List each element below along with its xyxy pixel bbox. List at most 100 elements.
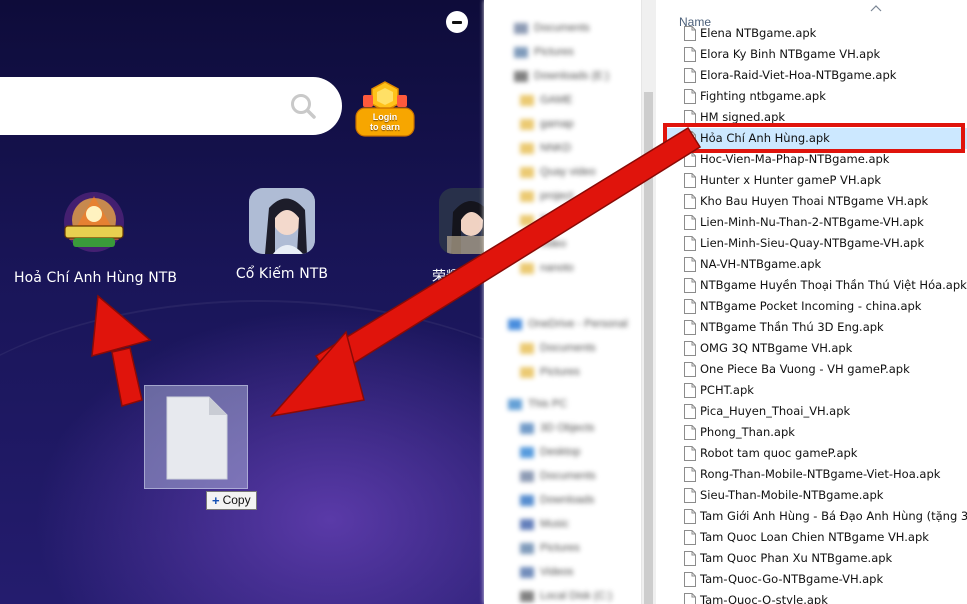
search-bar[interactable] [0, 77, 342, 135]
file-name: Hỏa Chí Anh Hùng.apk [700, 131, 830, 145]
nav-item[interactable]: gamap [520, 116, 574, 132]
nav-item-label: 3D Objects [540, 422, 595, 434]
file-row[interactable]: Elora-Raid-Viet-Hoa-NTBgame.apk [664, 65, 967, 86]
file-row[interactable]: Hoc-Vien-Ma-Phap-NTBgame.apk [664, 149, 967, 170]
file-row[interactable]: HM signed.apk [664, 107, 967, 128]
app-rong-yao[interactable]: 荣耀大 [392, 188, 484, 286]
file-icon [684, 257, 696, 272]
file-row[interactable]: NTBgame Huyền Thoại Thần Thú Việt Hóa.ap… [664, 275, 967, 296]
nav-item[interactable]: nanoto [520, 260, 574, 276]
file-row[interactable]: Sieu-Than-Mobile-NTBgame.apk [664, 485, 967, 506]
file-row[interactable]: Lien-Minh-Nu-Than-2-NTBgame-VH.apk [664, 212, 967, 233]
nav-item[interactable]: Videos [520, 564, 573, 580]
file-name: HM signed.apk [700, 110, 786, 124]
file-row[interactable]: Elora Ky Binh NTBgame VH.apk [664, 44, 967, 65]
navigation-pane[interactable]: Documents Pictures Downloads (E:) GAME gamap… [484, 0, 656, 604]
file-name: Fighting ntbgame.apk [700, 89, 826, 103]
file-row[interactable]: Tam Quoc Phan Xu NTBgame.apk [664, 548, 967, 569]
nav-item[interactable]: GAME [520, 92, 572, 108]
file-row[interactable]: NTBgame Thần Thú 3D Eng.apk [664, 317, 967, 338]
file-row[interactable]: One Piece Ba Vuong - VH gameP.apk [664, 359, 967, 380]
nav-item[interactable]: Quay video [520, 164, 596, 180]
app-label: Hoả Chí Anh Hùng NTB [14, 270, 178, 286]
file-name: Elena NTBgame.apk [700, 26, 817, 40]
game-logo-icon [59, 188, 129, 258]
nav-item[interactable]: This PC [508, 396, 567, 412]
file-name: Lien-Minh-Nu-Than-2-NTBgame-VH.apk [700, 215, 924, 229]
file-row[interactable]: Fighting ntbgame.apk [664, 86, 967, 107]
app-hoa-chi-anh-hung[interactable]: Hoả Chí Anh Hùng NTB [14, 188, 178, 286]
file-row[interactable]: NTBgame Pocket Incoming - china.apk [664, 296, 967, 317]
file-row[interactable]: Hỏa Chí Anh Hùng.apk [664, 128, 967, 149]
file-icon [684, 320, 696, 335]
nav-item-label: Documents [534, 22, 590, 34]
file-row[interactable]: Tam-Quoc-O-style.apk [664, 590, 967, 604]
nav-item[interactable]: Downloads (E:) [514, 68, 609, 84]
nav-item[interactable]: Documents [520, 340, 596, 356]
nav-item-label: Pictures [540, 542, 580, 554]
nav-item[interactable]: Documents [514, 20, 590, 36]
nav-item[interactable]: Music [520, 516, 569, 532]
file-row[interactable]: Rong-Than-Mobile-NTBgame-Viet-Hoa.apk [664, 464, 967, 485]
file-row[interactable]: Elena NTBgame.apk [664, 23, 967, 44]
download-icon [520, 494, 534, 506]
file-list-pane[interactable]: Name Elena NTBgame.apk Elora Ky Binh NTBg… [664, 0, 967, 604]
search-icon[interactable] [290, 93, 316, 119]
file-icon [684, 68, 696, 83]
nav-item[interactable]: Pictures [520, 364, 580, 380]
file-row[interactable]: NA-VH-NTBgame.apk [664, 254, 967, 275]
nav-item[interactable]: Downloads [520, 492, 594, 508]
file-row[interactable]: Tam Quoc Loan Chien NTBgame VH.apk [664, 527, 967, 548]
nav-item-label: Music [540, 518, 569, 530]
file-row[interactable]: Kho Bau Huyen Thoai NTBgame VH.apk [664, 191, 967, 212]
nav-item-label: Pictures [540, 366, 580, 378]
file-row[interactable]: Phong_Than.apk [664, 422, 967, 443]
file-name: NTBgame Pocket Incoming - china.apk [700, 299, 922, 313]
nav-item[interactable]: 3D Objects [520, 420, 594, 436]
nav-item-label: Desktop [540, 446, 581, 458]
nav-item[interactable]: OneDrive - Personal [508, 316, 628, 332]
nav-scrollbar-thumb[interactable] [644, 92, 653, 604]
file-row[interactable]: Robot tam quoc gameP.apk [664, 443, 967, 464]
file-name: Robot tam quoc gameP.apk [700, 446, 858, 460]
nav-item[interactable]: Desktop [520, 444, 580, 460]
file-row[interactable]: Pica_Huyen_Thoai_VH.apk [664, 401, 967, 422]
nav-item[interactable]: video [520, 236, 566, 252]
minimize-button[interactable] [446, 11, 468, 33]
file-icon [684, 131, 696, 146]
nav-item-label: gamap [540, 118, 574, 130]
file-icon [684, 215, 696, 230]
nav-item-label: Downloads [540, 494, 595, 506]
nav-item-label: NNKD [540, 142, 572, 154]
file-row[interactable]: Hunter x Hunter gameP VH.apk [664, 170, 967, 191]
file-icon [684, 194, 696, 209]
nav-item[interactable]: Pictures [520, 540, 580, 556]
file-icon [684, 110, 696, 125]
nav-item[interactable]: project [520, 188, 573, 204]
game-character-icon [249, 188, 315, 254]
copy-label: Copy [222, 493, 251, 507]
minus-icon [452, 20, 462, 24]
file-name: One Piece Ba Vuong - VH gameP.apk [700, 362, 910, 376]
file-row[interactable]: OMG 3Q NTBgame VH.apk [664, 338, 967, 359]
nav-item[interactable]: Thiết [520, 212, 564, 228]
nav-item[interactable]: Documents [520, 468, 596, 484]
sort-up-icon [870, 5, 882, 12]
drive-icon [514, 70, 528, 82]
file-row[interactable]: Tam-Quoc-Go-NTBgame-VH.apk [664, 569, 967, 590]
nav-item[interactable]: Pictures [514, 44, 574, 60]
login-to-earn-button[interactable]: Login to earn [354, 80, 416, 138]
nav-item[interactable]: NNKD [520, 140, 571, 156]
nav-item[interactable]: Local Disk (C:) [520, 588, 612, 604]
dragged-file[interactable] [144, 385, 248, 489]
file-row[interactable]: Lien-Minh-Sieu-Quay-NTBgame-VH.apk [664, 233, 967, 254]
file-icon [684, 341, 696, 356]
game-character-icon [439, 188, 484, 254]
file-row[interactable]: PCHT.apk [664, 380, 967, 401]
file-name: Tam-Quoc-Go-NTBgame-VH.apk [700, 572, 884, 586]
file-row[interactable]: Tam Giới Anh Hùng - Bá Đạo Anh Hùng (tặn… [664, 506, 967, 527]
file-icon [684, 236, 696, 251]
app-co-kiem[interactable]: Cổ Kiếm NTB [202, 188, 362, 282]
folder-icon [520, 238, 534, 250]
file-icon [684, 425, 696, 440]
